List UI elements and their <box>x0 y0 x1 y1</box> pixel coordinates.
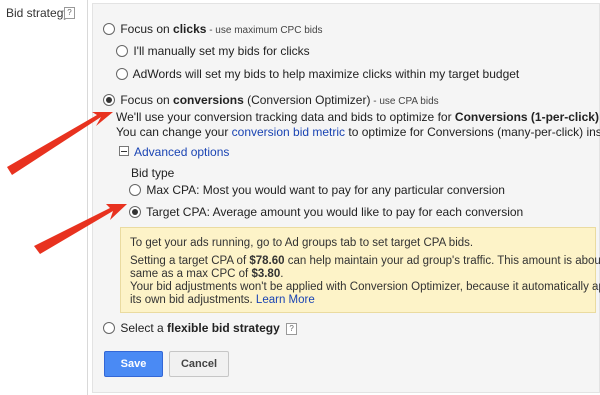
annotation-arrows <box>7 112 127 254</box>
arrow-to-conversions <box>7 112 113 175</box>
arrow-to-target-cpa <box>34 204 127 254</box>
